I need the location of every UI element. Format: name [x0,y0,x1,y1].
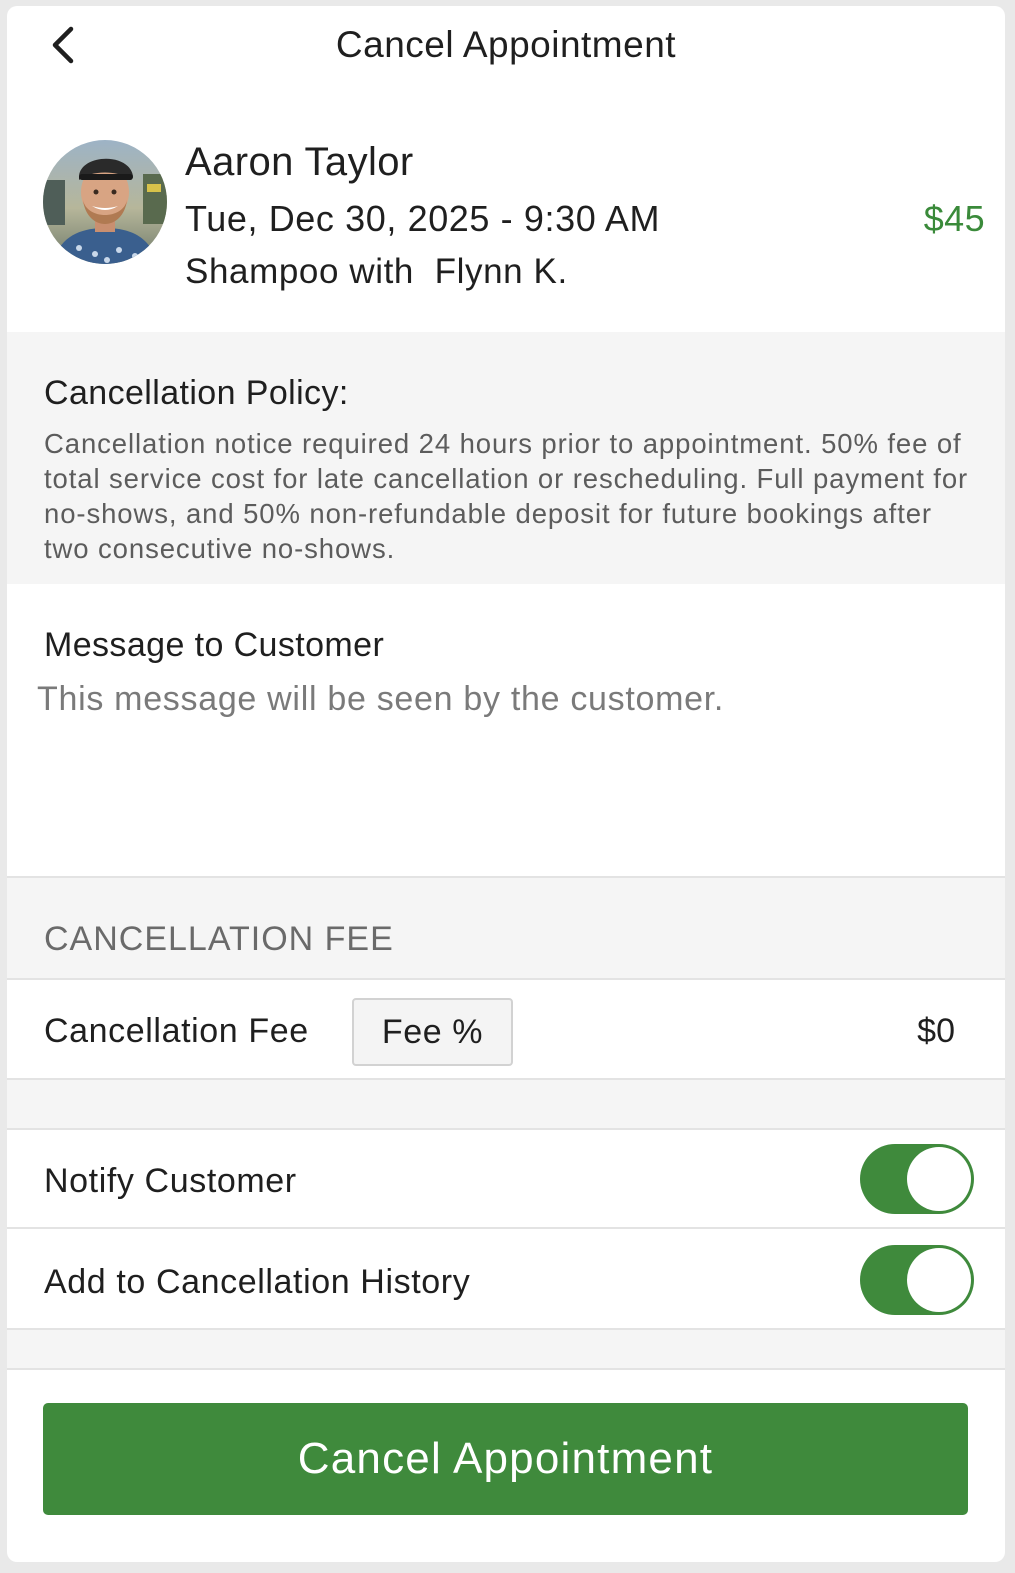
cancellation-fee-label: Cancellation Fee [44,1012,309,1050]
notify-customer-row: Notify Customer [7,1130,1005,1228]
page-title: Cancel Appointment [335,24,677,65]
toggle-knob [907,1147,971,1211]
cancellation-fee-amount[interactable]: $0 [917,1012,955,1051]
cancel-appointment-button[interactable]: Cancel Appointment [43,1403,968,1515]
message-section: Message to Customer [7,584,1005,876]
appointment-summary: Aaron Taylor Tue, Dec 30, 2025 - 9:30 AM… [7,84,1005,338]
cancellation-history-label: Add to Cancellation History [44,1263,471,1301]
toggle-knob [907,1248,971,1312]
fee-percent-button[interactable]: Fee % [352,998,513,1066]
notify-customer-label: Notify Customer [44,1162,297,1200]
cancellation-policy: Cancellation Policy: Cancellation notice… [7,332,1005,584]
policy-text: Cancellation notice required 24 hours pr… [44,428,969,564]
policy-title: Cancellation Policy: [44,374,349,412]
message-title: Message to Customer [44,626,385,664]
client-photo [43,140,167,264]
client-name: Aaron Taylor [185,140,414,184]
section-spacer [7,1078,1005,1130]
section-label: CANCELLATION FEE [44,920,394,958]
appointment-service: Shampoo with Flynn K. [185,252,568,291]
cancellation-history-toggle[interactable] [860,1245,974,1315]
cancellation-fee-row: Cancellation Fee Fee % $0 [7,980,1005,1080]
appointment-datetime: Tue, Dec 30, 2025 - 9:30 AM [185,198,661,239]
appointment-price: $45 [923,198,985,239]
avatar [43,140,167,264]
message-input[interactable] [37,680,977,860]
cancellation-history-row: Add to Cancellation History [7,1229,1005,1329]
screen: Cancel Appointment Aaron Taylor Tue, Dec… [7,6,1005,1562]
notify-customer-toggle[interactable] [860,1144,974,1214]
section-spacer [7,1328,1005,1370]
nav-header: Cancel Appointment [7,6,1005,84]
cancellation-fee-header: CANCELLATION FEE [7,876,1005,980]
